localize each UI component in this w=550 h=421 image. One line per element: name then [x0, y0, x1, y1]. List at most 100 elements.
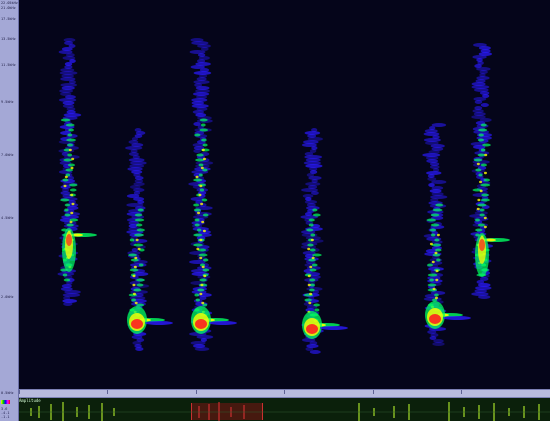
freq-label: 11.5kHz: [1, 63, 16, 67]
spectrogram-blob: [309, 248, 316, 252]
spectrogram-blob: [430, 233, 436, 237]
spectrogram-blob: [427, 273, 438, 277]
spectrogram-blob: [193, 149, 202, 153]
spectrogram-blob: [312, 253, 322, 257]
spectrogram-blob: [198, 163, 204, 167]
spectrogram-blob: [193, 178, 203, 182]
spectrogram-blob: [435, 269, 439, 273]
spectrogram-blob: [68, 183, 78, 187]
spectrogram-blob: [70, 211, 74, 215]
spectrogram-blob: [67, 163, 76, 167]
spectrogram-blob: [479, 180, 483, 184]
spectrogram-blob: [311, 263, 318, 267]
spectrogram-blob: [69, 220, 73, 224]
spectrogram-blob: [130, 258, 139, 262]
spectrogram-blob: [432, 208, 443, 212]
frequency-axis: 22.05kHz 21.0kHz 17.5kHz 13.5kHz 11.5kHz…: [0, 0, 19, 398]
spectrogram-blob: [135, 347, 144, 351]
spectrogram-blob: [434, 296, 438, 300]
spectrogram-blob: [201, 301, 205, 305]
spectrogram-blob: [194, 223, 200, 227]
spectrogram-blob: [436, 258, 441, 262]
spectrogram-blob: [201, 198, 208, 202]
spectrogram-blob: [209, 321, 237, 325]
freq-label: 9.5kHz: [1, 100, 14, 104]
spectrogram-blob: [194, 133, 201, 137]
spectrogram-blob: [199, 256, 203, 260]
spectrogram-blob: [132, 283, 136, 287]
spectrogram-blob: [482, 143, 491, 147]
spectrogram-blob: [197, 211, 201, 215]
spectrogram-blob: [309, 268, 317, 272]
spectrogram-blob: [194, 293, 200, 297]
spectrogram-blob: [483, 216, 487, 220]
spectrogram-blob: [432, 342, 445, 346]
spectrogram-blob: [306, 228, 314, 232]
spectrogram-blob: [64, 175, 68, 179]
spectrogram-blob: [134, 213, 143, 217]
spectrogram-blob: [199, 184, 203, 188]
spectrogram-blob: [480, 163, 487, 167]
spectrogram-blob: [68, 128, 74, 132]
freq-top-label: 22.05kHz: [1, 1, 18, 5]
spectrogram-blob: [198, 193, 202, 197]
spectrogram-blob: [193, 208, 202, 212]
spectrogram-blob: [475, 168, 482, 172]
spectrogram-blob: [136, 228, 145, 232]
spectrogram-blob: [307, 247, 311, 251]
spectrogram-blob: [200, 202, 204, 206]
spectrogram-blob: [64, 203, 71, 207]
ruler-tick: [19, 390, 20, 394]
spectrogram-blob: [480, 123, 487, 127]
ruler-tick: [461, 390, 462, 394]
spectrogram-blob: [429, 228, 436, 232]
spectrogram-blob: [193, 233, 203, 237]
spectrogram-blob: [134, 218, 145, 222]
spectrogram-blob: [193, 243, 203, 247]
spectrogram-blob: [195, 298, 200, 302]
spectrogram-blob: [309, 265, 313, 269]
spectrogram-blob: [128, 253, 137, 257]
spectrogram-blob: [202, 258, 209, 262]
freq-label: 2.0kHz: [1, 295, 14, 299]
spectrogram-blob: [202, 229, 206, 233]
spectrogram-blob: [65, 123, 75, 127]
overview-track[interactable]: Amplitude: [19, 398, 550, 421]
time-ruler[interactable]: [19, 389, 550, 398]
spectrogram-blob: [135, 238, 139, 242]
spectrogram-blob: [474, 100, 483, 104]
spectrogram-blob: [133, 243, 144, 247]
spectrogram-blob: [70, 166, 74, 170]
overview-side-panel: 3.6 -4.1 -1.1: [0, 398, 19, 421]
spectrogram-blob: [480, 148, 486, 152]
spectrogram-blob: [200, 123, 206, 127]
spectrogram-blob: [473, 158, 483, 162]
spectrogram-blob: [308, 223, 314, 227]
spectrogram-blob: [313, 303, 320, 307]
spectrogram-blob: [435, 278, 439, 282]
freq-top-sub-label: 21.0kHz: [1, 6, 16, 10]
spectrogram-blob: [478, 133, 484, 137]
spectrogram-blob: [202, 143, 208, 147]
spectrogram-blob: [133, 265, 137, 269]
spectrogram-blob: [309, 350, 321, 354]
spectrogram-blob: [195, 175, 199, 179]
spectrogram-blob: [432, 287, 436, 291]
spectrogram-app: 22.05kHz 21.0kHz 17.5kHz 13.5kHz 11.5kHz…: [0, 0, 550, 421]
spectrogram-canvas[interactable]: [19, 0, 550, 389]
spectrogram-blob: [66, 223, 74, 227]
spectrogram-blob: [70, 193, 74, 197]
spectrogram-blob: [479, 189, 483, 193]
spectrogram-blob: [63, 278, 71, 282]
spectrogram-blob: [430, 213, 440, 217]
spectrogram-blob: [201, 148, 205, 152]
waveform-overview[interactable]: 3.6 -4.1 -1.1 Amplitude: [0, 398, 550, 421]
spectrogram-blob: [429, 242, 433, 246]
spectrogram-blob: [199, 118, 208, 122]
spectrogram-blob: [431, 260, 435, 264]
spectrogram-blob: [484, 153, 488, 157]
spectrogram-blob: [201, 265, 205, 269]
spectrogram-blob: [132, 292, 136, 296]
spectrogram-blob: [308, 258, 316, 262]
spectrogram-blob: [63, 302, 73, 306]
